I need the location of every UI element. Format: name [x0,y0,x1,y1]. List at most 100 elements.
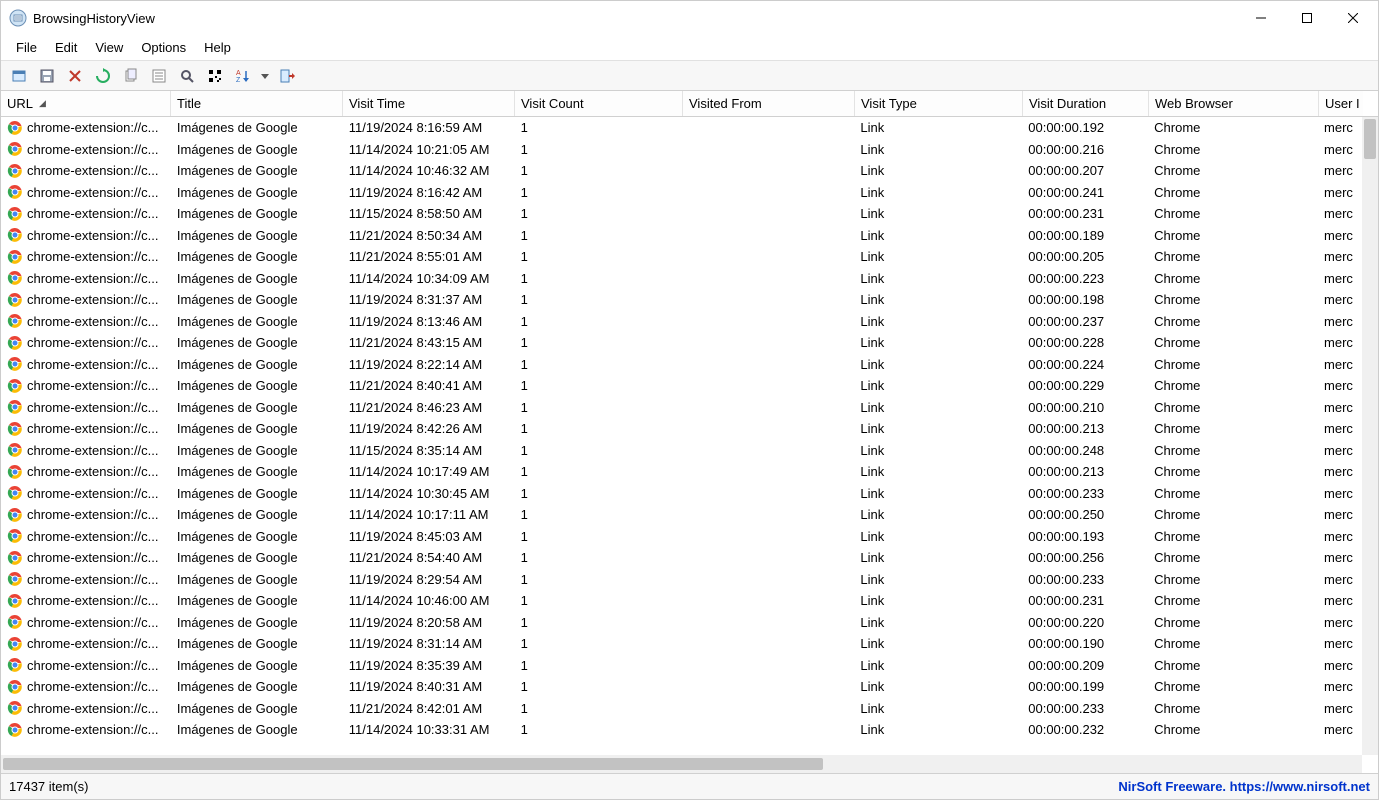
cell-visit-count: 1 [515,484,683,503]
cell-title: Imágenes de Google [171,656,343,675]
cell-visited-from [683,620,855,624]
cell-url: chrome-extension://c... [1,505,171,525]
col-url[interactable]: URL◢ [1,91,171,116]
table-row[interactable]: chrome-extension://c...Imágenes de Googl… [1,612,1362,634]
table-row[interactable]: chrome-extension://c...Imágenes de Googl… [1,569,1362,591]
cell-visited-from [683,513,855,517]
table-row[interactable]: chrome-extension://c...Imágenes de Googl… [1,203,1362,225]
menu-help[interactable]: Help [195,37,240,58]
cell-url-text: chrome-extension://c... [27,593,159,608]
table-row[interactable]: chrome-extension://c...Imágenes de Googl… [1,461,1362,483]
cell-visit-duration: 00:00:00.205 [1022,247,1148,266]
cell-visit-duration: 00:00:00.256 [1022,548,1148,567]
col-visit-count[interactable]: Visit Count [515,91,683,116]
horizontal-scrollbar[interactable] [1,755,1362,773]
cell-visit-count: 1 [515,183,683,202]
table-row[interactable]: chrome-extension://c...Imágenes de Googl… [1,225,1362,247]
minimize-button[interactable] [1238,2,1284,34]
col-visit-duration[interactable]: Visit Duration [1023,91,1149,116]
cell-visit-duration: 00:00:00.233 [1022,699,1148,718]
sort-dropdown-icon[interactable] [259,64,271,88]
cell-web-browser: Chrome [1148,419,1318,438]
cell-url: chrome-extension://c... [1,612,171,632]
cell-visit-count: 1 [515,527,683,546]
table-row[interactable]: chrome-extension://c...Imágenes de Googl… [1,182,1362,204]
exit-icon[interactable] [275,64,299,88]
table-row[interactable]: chrome-extension://c...Imágenes de Googl… [1,246,1362,268]
table-row[interactable]: chrome-extension://c...Imágenes de Googl… [1,547,1362,569]
table-row[interactable]: chrome-extension://c...Imágenes de Googl… [1,655,1362,677]
open-icon[interactable] [7,64,31,88]
table-row[interactable]: chrome-extension://c...Imágenes de Googl… [1,418,1362,440]
chrome-icon [7,550,23,566]
table-row[interactable]: chrome-extension://c...Imágenes de Googl… [1,719,1362,741]
cell-visit-count: 1 [515,140,683,159]
table-row[interactable]: chrome-extension://c...Imágenes de Googl… [1,139,1362,161]
vertical-scrollbar[interactable] [1362,117,1378,755]
table-row[interactable]: chrome-extension://c...Imágenes de Googl… [1,698,1362,720]
table-row[interactable]: chrome-extension://c...Imágenes de Googl… [1,332,1362,354]
col-visit-type[interactable]: Visit Type [855,91,1023,116]
table-row[interactable]: chrome-extension://c...Imágenes de Googl… [1,397,1362,419]
col-visit-time[interactable]: Visit Time [343,91,515,116]
table-row[interactable]: chrome-extension://c...Imágenes de Googl… [1,483,1362,505]
save-icon[interactable] [35,64,59,88]
cell-web-browser: Chrome [1148,204,1318,223]
vertical-scroll-thumb[interactable] [1364,119,1376,159]
col-title[interactable]: Title [171,91,343,116]
cell-visit-type: Link [854,656,1022,675]
cell-visit-duration: 00:00:00.216 [1022,140,1148,159]
cell-visit-count: 1 [515,312,683,331]
qr-icon[interactable] [203,64,227,88]
maximize-button[interactable] [1284,2,1330,34]
table-row[interactable]: chrome-extension://c...Imágenes de Googl… [1,160,1362,182]
cell-url: chrome-extension://c... [1,634,171,654]
table-row[interactable]: chrome-extension://c...Imágenes de Googl… [1,504,1362,526]
col-user[interactable]: User I [1319,91,1363,116]
cell-visit-count: 1 [515,720,683,739]
find-icon[interactable] [175,64,199,88]
cell-visit-type: Link [854,570,1022,589]
delete-icon[interactable] [63,64,87,88]
cell-visited-from [683,405,855,409]
svg-text:Z: Z [236,77,241,84]
menu-edit[interactable]: Edit [46,37,86,58]
grid-body[interactable]: chrome-extension://c...Imágenes de Googl… [1,117,1362,755]
cell-visited-from [683,685,855,689]
col-web-browser[interactable]: Web Browser [1149,91,1319,116]
cell-visited-from [683,384,855,388]
cell-title: Imágenes de Google [171,247,343,266]
table-row[interactable]: chrome-extension://c...Imágenes de Googl… [1,289,1362,311]
properties-icon[interactable] [147,64,171,88]
chrome-icon [7,593,23,609]
menu-view[interactable]: View [86,37,132,58]
close-button[interactable] [1330,2,1376,34]
table-row[interactable]: chrome-extension://c...Imágenes de Googl… [1,375,1362,397]
cell-visited-from [683,298,855,302]
cell-url-text: chrome-extension://c... [27,142,159,157]
cell-url: chrome-extension://c... [1,247,171,267]
cell-url: chrome-extension://c... [1,354,171,374]
cell-visited-from [683,341,855,345]
table-row[interactable]: chrome-extension://c...Imágenes de Googl… [1,590,1362,612]
col-visited-from[interactable]: Visited From [683,91,855,116]
cell-visit-count: 1 [515,419,683,438]
copy-icon[interactable] [119,64,143,88]
table-row[interactable]: chrome-extension://c...Imágenes de Googl… [1,526,1362,548]
table-row[interactable]: chrome-extension://c...Imágenes de Googl… [1,311,1362,333]
data-grid: URL◢ Title Visit Time Visit Count Visite… [1,91,1378,773]
horizontal-scroll-thumb[interactable] [3,758,823,770]
table-row[interactable]: chrome-extension://c...Imágenes de Googl… [1,633,1362,655]
chrome-icon [7,399,23,415]
table-row[interactable]: chrome-extension://c...Imágenes de Googl… [1,676,1362,698]
table-row[interactable]: chrome-extension://c...Imágenes de Googl… [1,268,1362,290]
table-row[interactable]: chrome-extension://c...Imágenes de Googl… [1,117,1362,139]
cell-visit-type: Link [854,312,1022,331]
refresh-icon[interactable] [91,64,115,88]
sort-icon[interactable]: AZ [231,64,255,88]
cell-visit-time: 11/21/2024 8:43:15 AM [343,333,515,352]
menu-options[interactable]: Options [132,37,195,58]
menu-file[interactable]: File [7,37,46,58]
table-row[interactable]: chrome-extension://c...Imágenes de Googl… [1,354,1362,376]
table-row[interactable]: chrome-extension://c...Imágenes de Googl… [1,440,1362,462]
